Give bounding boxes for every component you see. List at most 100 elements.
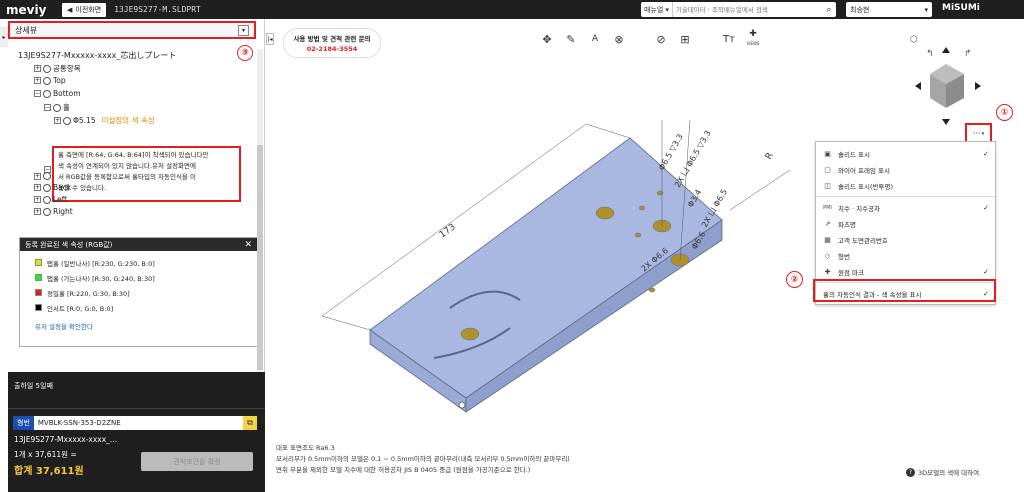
user-settings-link[interactable]: 유저 설정을 확인한다 [20, 321, 257, 331]
expand-plus-icon[interactable]: + [34, 65, 41, 72]
tree-item-label: 홀 [63, 103, 70, 112]
legend-item: 정밀홀 [R:220, G:30, B:30] [20, 285, 257, 300]
part-number-value: MVBLK-SSN-353-D2ZNE [33, 416, 243, 430]
menu-item-partname[interactable]: ↗ 파츠명 [816, 216, 995, 231]
arrow-right-icon[interactable] [975, 82, 981, 90]
back-button[interactable]: ◀ 이전화면 [62, 2, 107, 17]
delete-icon[interactable]: ⊗ [608, 28, 630, 50]
drawing-notes: 대표 표면조도 Ra6.3 모서리부가 0.5mm이하의 모델은 0.1 ~ 0… [276, 443, 570, 476]
tree-item-label: Bottom [53, 89, 81, 98]
grid-icon[interactable]: ⊞ [674, 28, 696, 50]
tree-root-title[interactable]: 13JE9S277-Mxxxxx-xxxx_芯出しプレート [18, 50, 176, 61]
tree-item-back-label[interactable]: + Back [34, 183, 71, 192]
legend-item: 탭홀 (가는나사) [R:30, G:240, B:30] [20, 270, 257, 285]
cube-icon [43, 89, 51, 98]
text-dim-icon[interactable]: A [584, 28, 606, 50]
tag-icon: ◇ [824, 251, 831, 260]
hide-icon[interactable]: ⊘ [650, 28, 672, 50]
origin-mark [458, 401, 466, 409]
hole[interactable] [648, 287, 656, 293]
search-icon[interactable]: ⌕ [822, 5, 836, 15]
contact-button[interactable]: 사용 방법 및 견적 관련 문의 02-2184-3554 [283, 28, 381, 58]
hole[interactable] [638, 205, 646, 211]
menu-item-solid[interactable]: ▣ 솔리드 표시 ✓ [816, 146, 995, 161]
menu-item-part-number[interactable]: ◇ 형번 [816, 248, 995, 263]
menu-item-dimensions[interactable]: PMI 치수 · 치수공차 ✓ [816, 200, 995, 215]
left-panel-scrollbar[interactable] [257, 49, 263, 385]
view-toolbar: Tт ✚ VIEWS [718, 28, 764, 50]
part-number-label: 형번 [13, 416, 34, 430]
expand-plus-icon[interactable]: + [34, 208, 41, 215]
view-cube[interactable]: ⬡ ↰ ↱ [908, 30, 988, 126]
tree-item-right[interactable]: + Right [34, 207, 73, 216]
tree-item-hole-dia[interactable]: + Φ5.15 미설정의 색 속성 [54, 115, 155, 126]
dimension-icon[interactable]: ✎ [560, 28, 582, 50]
chevron-down-icon: ▾ [665, 5, 669, 14]
tree-item-hole[interactable]: − 홀 [44, 102, 70, 113]
search-category-label: 매뉴얼 [644, 5, 664, 14]
copy-icon[interactable]: ⧉ [243, 416, 257, 430]
menu-item-translucent[interactable]: ◫ 솔리드 표시(반투명) [816, 178, 995, 193]
total-price: 합계 37,611원 [14, 466, 84, 477]
search-bar: 매뉴얼 ▾ ⌕ [641, 2, 836, 17]
views-icon[interactable]: ✚ VIEWS [742, 28, 764, 50]
arrow-left-icon[interactable] [915, 82, 921, 90]
hole[interactable] [595, 206, 615, 220]
legend-item-label: 정밀홀 [R:220, G:30, B:30] [47, 289, 130, 298]
tree-item-left[interactable]: + Left [34, 195, 67, 204]
chevron-down-icon: ▾ [981, 130, 985, 137]
callout-1: ① [996, 104, 1013, 121]
color-help-link[interactable]: ? 3D모델의 색에 대하여 [906, 467, 979, 477]
scrollbar-thumb[interactable] [257, 145, 263, 370]
cube-icon [43, 172, 51, 180]
cad-part-view[interactable]: 173 Φ6.5 ▽3.3 2X 凵 Φ6.5 ▽3.3 Φ3.4 2X 凵 Φ… [270, 60, 810, 440]
cube-icon [43, 183, 51, 192]
menu-item-wireframe[interactable]: ▢ 와이어 프레임 표시 [816, 162, 995, 177]
tree-item-top[interactable]: + Top [34, 76, 66, 85]
close-icon[interactable]: ✕ [244, 240, 252, 250]
arrow-up-icon[interactable] [942, 47, 950, 53]
tree-item-common[interactable]: + 공통항목 [34, 63, 81, 74]
tree-item-label: Top [53, 76, 66, 85]
pin-icon[interactable]: ✥ [536, 28, 558, 50]
search-input[interactable] [672, 5, 822, 14]
expand-plus-icon[interactable]: + [34, 196, 41, 203]
arrow-down-icon[interactable] [942, 119, 950, 125]
search-category-select[interactable]: 매뉴얼 ▾ [641, 2, 673, 17]
expand-plus-icon[interactable]: + [34, 184, 41, 191]
menu-divider [816, 196, 995, 197]
help-icon: ? [906, 467, 915, 477]
circle-icon [63, 116, 71, 125]
text-size-icon[interactable]: Tт [718, 28, 740, 50]
user-menu-button[interactable]: 최승현 ▾ [846, 2, 932, 17]
hole[interactable] [460, 327, 480, 341]
measure-toolbar: ✥ ✎ A ⊗ [536, 28, 630, 50]
home-view-icon[interactable]: ⬡ [910, 35, 918, 45]
tree-item-bottom[interactable]: − Bottom [34, 89, 81, 98]
panel-collapse-tab[interactable]: ▸ [0, 27, 8, 47]
meviy-logo[interactable]: meviy [6, 3, 62, 17]
detail-view-header[interactable]: 상세뷰 ▾ [8, 21, 256, 39]
panel-toggle-tab[interactable]: |◂ [266, 33, 274, 45]
expand-plus-icon[interactable]: + [54, 117, 61, 124]
collapse-minus-icon[interactable]: − [34, 90, 41, 97]
tree-item-back[interactable]: + [34, 172, 51, 180]
tree-item-label: Φ5.15 [73, 116, 96, 125]
menu-item-drawing-number[interactable]: ▦ 고객 도면관리번호 [816, 232, 995, 247]
hole[interactable] [634, 232, 642, 238]
collapse-minus-icon[interactable]: − [44, 104, 51, 111]
confirm-quote-button[interactable]: 견적조건을 확정 [141, 452, 253, 471]
expand-plus-icon[interactable]: + [34, 172, 41, 180]
dim-length: 173 [438, 222, 458, 240]
chevron-down-icon[interactable]: ▾ [238, 24, 249, 36]
menu-item-origin[interactable]: ✚ 원점 마크 ✓ [816, 264, 995, 279]
menu-item-label: 원점 마크 [838, 268, 864, 277]
tooltip-line: 색 속성이 연계되어 있지 않습니다.유저 설정화면에 [58, 162, 196, 170]
expand-plus-icon[interactable]: + [34, 77, 41, 84]
rotate-left-icon[interactable]: ↰ [926, 49, 934, 59]
color-swatch [35, 259, 42, 266]
color-attribute-tooltip: 홀 측면에 [R:64, G:64, B:64]이 착색되어 있습니다만 색 속… [52, 146, 241, 202]
rotate-right-icon[interactable]: ↱ [964, 49, 972, 59]
contact-phone: 02-2184-3554 [306, 45, 358, 53]
misumi-logo[interactable]: MiSUMi [942, 3, 980, 13]
